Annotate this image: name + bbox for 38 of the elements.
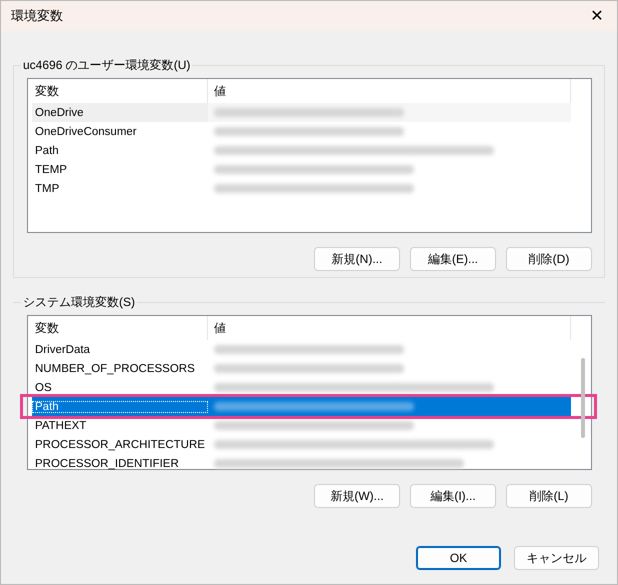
- list-row[interactable]: Path: [32, 397, 571, 416]
- variable-name: Path: [34, 144, 60, 156]
- group-label: システム環境変数(S): [22, 294, 136, 311]
- column-header[interactable]: 変数: [32, 316, 208, 340]
- list-row[interactable]: OS: [32, 378, 571, 397]
- list-row[interactable]: PATHEXT: [32, 416, 571, 435]
- variable-name: Path: [32, 400, 208, 412]
- list-row[interactable]: NUMBER_OF_PROCESSORS: [32, 359, 571, 378]
- list-row[interactable]: Path: [32, 141, 571, 160]
- list-row[interactable]: PROCESSOR_ARCHITECTURE: [32, 435, 571, 454]
- variable-name: PROCESSOR_IDENTIFIER: [34, 458, 180, 470]
- group-label: uc4696 のユーザー環境変数(U): [22, 57, 192, 74]
- close-button[interactable]: ✕: [577, 1, 617, 31]
- variable-name: OneDrive: [34, 106, 85, 118]
- dialog-button[interactable]: 新規(W)...: [314, 484, 400, 508]
- variable-name: PROCESSOR_ARCHITECTURE: [34, 438, 206, 450]
- list-row[interactable]: OneDriveConsumer: [32, 122, 571, 141]
- dialog-button[interactable]: 削除(L): [506, 484, 592, 508]
- list-row[interactable]: OneDrive: [32, 103, 571, 122]
- variable-name: DriverData: [34, 344, 91, 356]
- dialog-button[interactable]: 削除(D): [506, 247, 592, 271]
- variable-name: TMP: [34, 182, 60, 194]
- dialog-button[interactable]: OK: [416, 546, 501, 570]
- list-row[interactable]: TMP: [32, 179, 571, 198]
- dialog-button[interactable]: 編集(I)...: [410, 484, 496, 508]
- variable-name: PATHEXT: [34, 420, 88, 432]
- list-row[interactable]: TEMP: [32, 160, 571, 179]
- variable-name: NUMBER_OF_PROCESSORS: [34, 362, 196, 374]
- dialog-button[interactable]: キャンセル: [514, 546, 599, 570]
- column-header[interactable]: 値: [208, 316, 571, 340]
- dialog-button[interactable]: 編集(E)...: [410, 247, 496, 271]
- list-row[interactable]: PROCESSOR_IDENTIFIER: [32, 454, 571, 473]
- variable-name: TEMP: [34, 164, 68, 176]
- variable-name: OneDriveConsumer: [34, 126, 138, 138]
- dialog-button[interactable]: 新規(N)...: [314, 247, 400, 271]
- variable-name: OS: [34, 382, 53, 394]
- window-title: 環境変数: [11, 7, 63, 25]
- list-row[interactable]: DriverData: [32, 340, 571, 359]
